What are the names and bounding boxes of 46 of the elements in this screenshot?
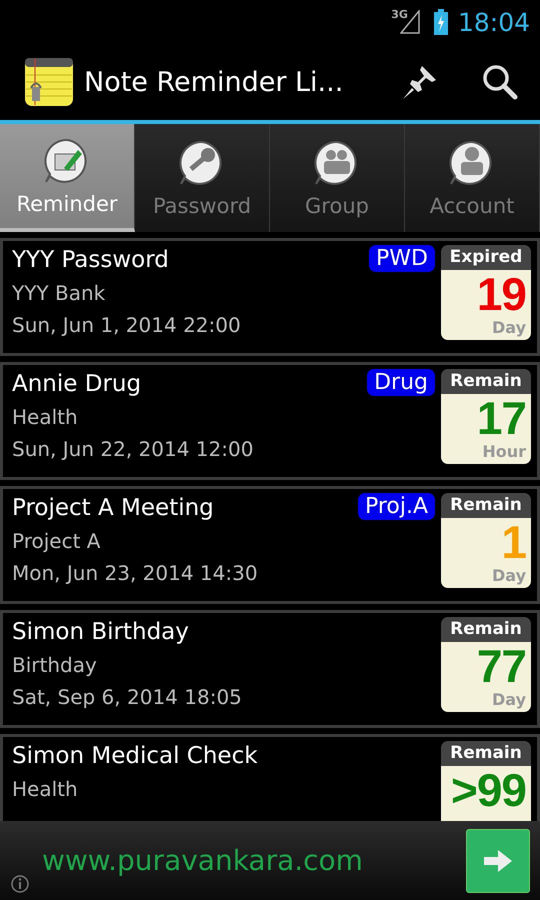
reminder-category: Birthday: [12, 652, 98, 679]
reminder-category: YYY Bank: [12, 280, 106, 307]
reminder-title: Simon Medical Check: [12, 742, 259, 771]
countdown-number: 19: [476, 270, 526, 318]
reminder-date: Mon, Jun 23, 2014 14:30: [12, 560, 259, 587]
tab[interactable]: Password: [135, 124, 270, 232]
notepad-icon[interactable]: [24, 57, 74, 107]
reminder-title: Annie Drug: [12, 370, 142, 399]
reminder-date: Sun, Jun 1, 2014 22:00: [12, 312, 242, 339]
reminder-card[interactable]: Annie Drug Health Sun, Jun 22, 2014 12:00 Drug Remain 17 Hour: [0, 362, 540, 480]
countdown-number: >99: [450, 766, 526, 814]
tab[interactable]: Account: [405, 124, 540, 232]
clock-time: 18:04: [458, 8, 530, 36]
tag-label: Proj.A: [358, 493, 435, 520]
tag-label: PWD: [369, 245, 435, 272]
reminder-date: Sun, Jun 22, 2014 12:00: [12, 436, 254, 463]
unit-label: Day: [492, 690, 526, 710]
reminder-date: Sat, Sep 6, 2014 18:05: [12, 684, 243, 711]
countdown-number: 17: [476, 394, 526, 442]
reminder-title: Simon Birthday: [12, 618, 190, 647]
unit-label: Day: [492, 566, 526, 586]
arrow-right-icon: [483, 848, 513, 872]
info-icon[interactable]: [10, 874, 30, 894]
reminder-title: Project A Meeting: [12, 494, 215, 523]
reminder-category: Health: [12, 776, 79, 803]
reminder-card[interactable]: Project A Meeting Project A Mon, Jun 23, 2014 14:30 Proj.A Remain 1 Day: [0, 486, 540, 604]
app-title: Note Reminder Li...: [84, 66, 344, 98]
unit-label: Day: [492, 318, 526, 338]
tab[interactable]: Reminder: [0, 124, 135, 232]
unit-label: Hour: [482, 442, 526, 462]
tag-label: Drug: [367, 369, 435, 396]
reminder-card[interactable]: Simon Birthday Birthday Sat, Sep 6, 2014 18:05 Remain 77 Day: [0, 610, 540, 728]
network-label: 3G: [391, 8, 408, 21]
reminder-title: YYY Password: [12, 246, 170, 275]
countdown-number: 1: [501, 518, 526, 566]
reminder-category: Health: [12, 404, 79, 431]
battery-icon: [434, 9, 448, 35]
status-label: Remain: [441, 493, 531, 518]
countdown-number: 77: [476, 642, 526, 690]
reminder-card[interactable]: YYY Password YYY Bank Sun, Jun 1, 2014 22:00 PWD Expired 19 Day: [0, 238, 540, 356]
status-label: Expired: [441, 245, 531, 270]
reminder-category: Project A: [12, 528, 102, 555]
tab[interactable]: Group: [270, 124, 405, 232]
status-label: Remain: [441, 741, 531, 766]
status-label: Remain: [441, 617, 531, 642]
status-label: Remain: [441, 369, 531, 394]
